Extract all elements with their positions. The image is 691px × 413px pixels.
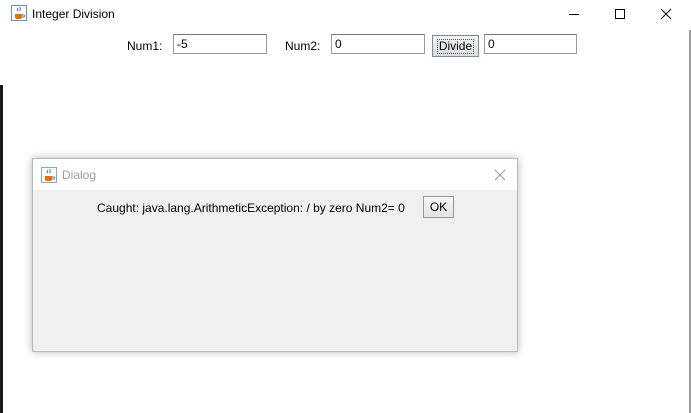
error-dialog: Dialog Caught: java.lang.ArithmeticExcep… [32,158,518,352]
window-title: Integer Division [32,7,115,21]
num2-field[interactable]: 0 [331,34,425,54]
num1-label: Num1: [127,39,163,53]
divide-button-label: Divide [436,38,475,54]
dialog-title: Dialog [62,168,97,182]
num1-field[interactable]: -5 [173,34,267,54]
divide-button[interactable]: Divide [432,35,479,57]
dialog-close-button[interactable] [483,159,517,190]
ok-button-label: OK [429,200,448,214]
titlebar[interactable]: Integer Division [3,0,689,28]
dialog-titlebar[interactable]: Dialog [33,159,517,190]
maximize-button[interactable] [597,0,643,28]
dialog-message: Caught: java.lang.ArithmeticException: /… [97,201,405,215]
num2-label: Num2: [285,39,321,53]
close-button[interactable] [643,0,689,28]
minimize-button[interactable] [551,0,597,28]
java-coffee-cup-icon [11,5,27,21]
java-coffee-cup-icon [41,167,57,183]
ok-button[interactable]: OK [423,196,454,218]
close-icon [660,8,672,20]
minimize-icon [569,14,579,15]
result-field[interactable]: 0 [484,34,577,54]
close-icon [494,169,506,180]
maximize-icon [615,9,625,19]
